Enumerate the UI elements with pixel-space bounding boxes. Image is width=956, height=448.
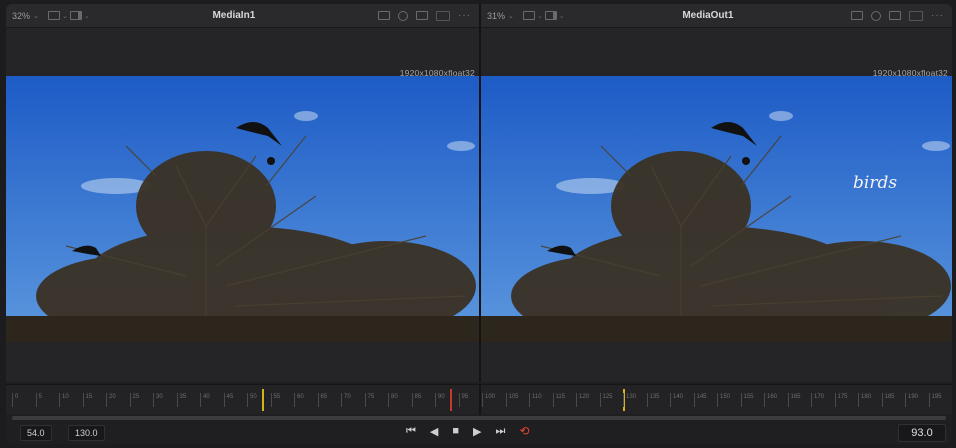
ruler-tick: 5 <box>35 393 42 407</box>
transport-bar: 54.0 130.0 ⏮ ◀ ■ ▶ ⏭ ⟲ 93.0 <box>6 422 952 444</box>
tree-birds-image <box>481 76 952 342</box>
viewer-image-right: birds <box>481 76 952 342</box>
ruler-tick: 190 <box>905 393 918 407</box>
ruler-tick: 65 <box>317 393 327 407</box>
checker-icon[interactable] <box>436 10 450 21</box>
render-end-marker[interactable] <box>450 389 452 411</box>
fit-icon <box>523 11 535 20</box>
ruler-tick: 120 <box>576 393 589 407</box>
ruler-tick: 155 <box>740 393 754 407</box>
ruler-tick: 180 <box>858 393 871 407</box>
loop-icon[interactable]: ⟲ <box>519 424 529 438</box>
timeline-scrollbar[interactable] <box>12 416 946 420</box>
fit-icon <box>48 11 60 20</box>
ruler-tick: 125 <box>599 393 613 407</box>
ruler-tick: 30 <box>153 393 163 407</box>
ruler-tick: 110 <box>529 393 542 407</box>
ruler-tick: 95 <box>458 393 468 407</box>
viewer-right-toolbar: 31% ⌄ ⌄ ⌄ MediaOut1 ··· <box>481 4 952 28</box>
ruler-tick: 135 <box>646 393 660 407</box>
more-options-icon[interactable]: ··· <box>458 10 471 21</box>
fusion-viewer-window: 32% ⌄ ⌄ ⌄ MediaIn1 ··· 1920x1080xfloat32 <box>6 4 952 444</box>
chevron-down-icon: ⌄ <box>537 12 543 20</box>
viewer-right[interactable]: 31% ⌄ ⌄ ⌄ MediaOut1 ··· 1920x1080xfloat3… <box>481 4 952 382</box>
ruler-tick: 75 <box>364 393 374 407</box>
viewer-title: MediaOut1 <box>682 10 734 21</box>
split-view-icon <box>544 11 557 20</box>
ruler-tick: 85 <box>411 393 421 407</box>
ruler-tick: 170 <box>811 393 824 407</box>
ruler-tick: 175 <box>834 393 848 407</box>
ruler-tick: 45 <box>223 393 233 407</box>
ruler-tick: 80 <box>388 393 398 407</box>
ruler-tick: 60 <box>294 393 304 407</box>
end-frame-field[interactable]: 130.0 <box>68 425 105 441</box>
checker-icon[interactable] <box>909 10 923 21</box>
go-to-start-icon[interactable]: ⏮ <box>406 425 416 438</box>
more-options-icon[interactable]: ··· <box>931 10 944 21</box>
ruler-tick: 185 <box>881 393 895 407</box>
chevron-down-icon: ⌄ <box>62 12 68 20</box>
ruler-tick: 50 <box>247 393 257 407</box>
viewer-tools-right: ··· <box>851 10 952 21</box>
zoom-value: 31% <box>487 10 506 21</box>
viewer-tools-left: ··· <box>378 10 479 21</box>
color-channel-icon[interactable] <box>398 10 408 21</box>
ruler-tick: 15 <box>82 393 92 407</box>
chevron-down-icon: ⌄ <box>508 12 514 20</box>
ruler-tick: 70 <box>341 393 351 407</box>
viewer-left-toolbar: 32% ⌄ ⌄ ⌄ MediaIn1 ··· <box>6 4 479 28</box>
ruler-tick: 115 <box>552 393 565 407</box>
step-back-icon[interactable]: ◀ <box>430 425 438 438</box>
fit-options-left[interactable]: ⌄ ⌄ <box>48 11 90 20</box>
current-frame-field[interactable]: 93.0 <box>898 424 946 442</box>
ruler-tick: 195 <box>928 393 942 407</box>
fit-options-right[interactable]: ⌄ ⌄ <box>523 11 565 20</box>
lut-icon[interactable] <box>416 11 428 20</box>
tree-birds-image <box>6 76 479 342</box>
go-to-end-icon[interactable]: ⏭ <box>496 425 506 438</box>
roi-icon[interactable] <box>378 11 390 20</box>
ruler-tick: 20 <box>106 393 116 407</box>
start-frame-field[interactable]: 54.0 <box>20 425 52 441</box>
ruler-tick: 25 <box>129 393 139 407</box>
lut-icon[interactable] <box>889 11 901 20</box>
ruler-tick: 145 <box>693 393 707 407</box>
playback-controls: ⏮ ◀ ■ ▶ ⏭ ⟲ <box>406 424 529 438</box>
ruler-tick: 150 <box>717 393 730 407</box>
ruler-tick: 105 <box>505 393 519 407</box>
viewer-left[interactable]: 32% ⌄ ⌄ ⌄ MediaIn1 ··· 1920x1080xfloat32 <box>6 4 479 382</box>
roi-icon[interactable] <box>851 11 863 20</box>
zoom-dropdown-left[interactable]: 32% ⌄ <box>6 11 40 21</box>
text-overlay: birds <box>853 173 898 193</box>
ruler-tick: 160 <box>764 393 777 407</box>
play-icon[interactable]: ▶ <box>473 425 481 438</box>
chevron-down-icon: ⌄ <box>33 12 39 20</box>
ruler-tick: 35 <box>176 393 186 407</box>
ruler-tick: 10 <box>59 393 69 407</box>
viewer-title: MediaIn1 <box>212 10 256 21</box>
ruler-tick: 140 <box>670 393 683 407</box>
ruler-tick: 130 <box>623 393 636 407</box>
playhead-marker[interactable] <box>262 389 264 411</box>
ruler-tick: 55 <box>270 393 280 407</box>
ruler-divider <box>479 385 481 415</box>
time-ruler[interactable]: 0 5 10 15 20 25 30 35 40 45 50 55 60 65 70 75 80 85 90 95 10… <box>6 384 952 415</box>
ruler-tick: 40 <box>200 393 210 407</box>
stop-icon[interactable]: ■ <box>452 425 459 437</box>
ruler-tick: 0 <box>12 393 18 407</box>
zoom-dropdown-right[interactable]: 31% ⌄ <box>481 11 515 21</box>
ruler-tick: 90 <box>435 393 445 407</box>
color-channel-icon[interactable] <box>871 10 881 21</box>
viewer-image-left <box>6 76 479 342</box>
split-view-icon <box>69 11 82 20</box>
zoom-value: 32% <box>12 10 31 21</box>
ruler-tick: 165 <box>787 393 801 407</box>
ruler-tick: 100 <box>482 393 495 407</box>
